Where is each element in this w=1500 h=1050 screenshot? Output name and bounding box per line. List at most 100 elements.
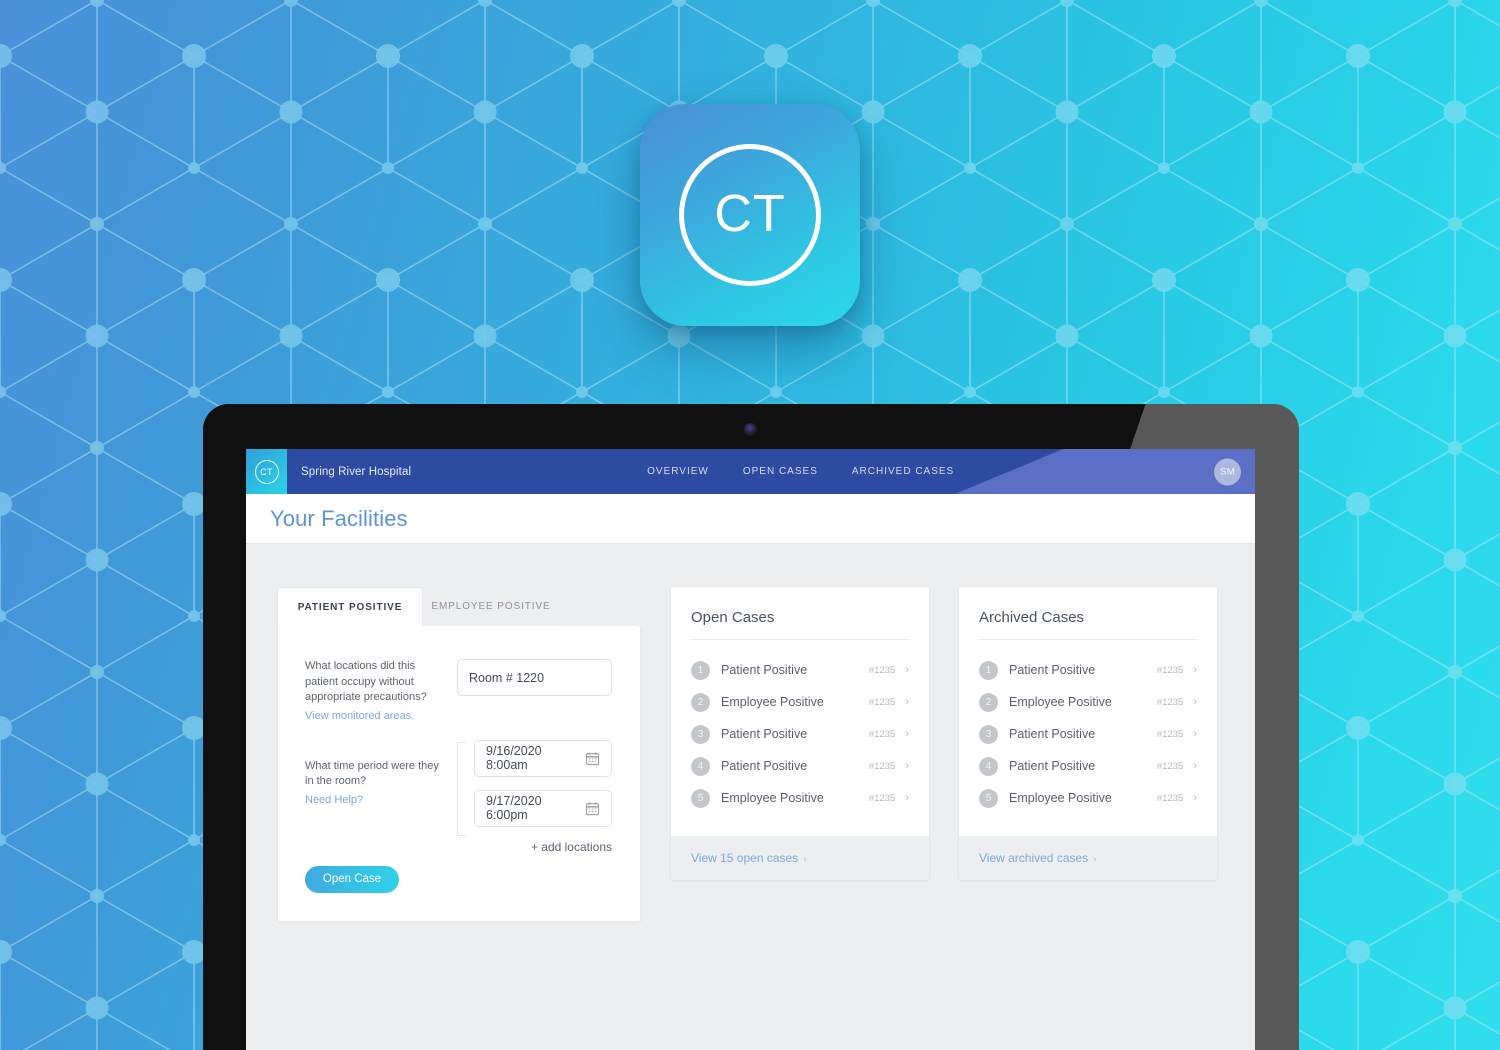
case-index: 4: [691, 756, 710, 776]
tab-patient-positive[interactable]: PATIENT POSITIVE: [277, 587, 423, 626]
case-index: 3: [691, 724, 710, 744]
case-index: 5: [691, 788, 710, 808]
case-type: Patient Positive: [1009, 663, 1096, 677]
view-monitored-areas-link[interactable]: View monitored areas.: [305, 710, 414, 722]
table-row[interactable]: 2 Employee Positive #1235 ›: [979, 686, 1197, 718]
case-id: #1235: [1156, 728, 1184, 740]
start-datetime-input[interactable]: 9/16/2020 8:00am: [474, 739, 612, 777]
time-fields-column: 9/16/2020 8:00am 9/17/2020 6:00pm: [474, 739, 612, 827]
chevron-right-icon: ›: [1193, 791, 1197, 804]
case-index: 4: [979, 756, 998, 776]
end-datetime-input[interactable]: 9/17/2020 6:00pm: [474, 789, 612, 827]
chevron-right-icon: ›: [905, 791, 909, 804]
table-row[interactable]: 5 Employee Positive #1235 ›: [979, 782, 1197, 814]
time-form-row: What time period were they in the room? …: [305, 739, 612, 836]
table-row[interactable]: 2 Employee Positive #1235 ›: [691, 686, 909, 718]
chevron-right-icon: ›: [803, 854, 807, 865]
location-field-column: Room # 1220: [457, 659, 612, 696]
case-type: Patient Positive: [721, 727, 808, 741]
start-datetime-value: 9/16/2020 8:00am: [486, 744, 542, 773]
case-index: 2: [691, 692, 710, 712]
calendar-icon: [585, 752, 600, 765]
case-id: #1235: [868, 760, 896, 772]
case-type: Employee Positive: [1009, 695, 1112, 709]
location-question-label: What locations did this patient occupy w…: [305, 660, 427, 704]
time-question-label: What time period were they in the room?: [305, 759, 439, 788]
case-id: #1235: [1156, 696, 1184, 708]
open-case-button[interactable]: Open Case: [305, 865, 399, 893]
page-title: Your Facilities: [270, 505, 408, 531]
table-row[interactable]: 4 Patient Positive #1235 ›: [691, 750, 909, 782]
case-type: Patient Positive: [721, 759, 808, 773]
case-id: #1235: [868, 728, 896, 740]
case-form-panel: PATIENT POSITIVE EMPLOYEE POSITIVE What …: [277, 587, 641, 922]
app-icon-monogram: CT: [714, 185, 786, 243]
case-index: 2: [979, 692, 998, 712]
nav-item-archived-cases[interactable]: ARCHIVED CASES: [852, 466, 954, 477]
location-form-row: What locations did this patient occupy w…: [305, 653, 612, 724]
view-archived-cases-label: View archived cases: [979, 851, 1089, 865]
table-row[interactable]: 3 Patient Positive #1235 ›: [691, 718, 909, 750]
logo-ring-icon: CT: [254, 459, 279, 484]
laptop-mockup: CT Spring River Hospital OVERVIEW OPEN C…: [203, 404, 1299, 1050]
table-row[interactable]: 1 Patient Positive #1235 ›: [691, 654, 909, 686]
location-input[interactable]: Room # 1220: [457, 659, 612, 696]
location-input-value: Room # 1220: [469, 670, 545, 685]
chevron-right-icon: ›: [905, 663, 909, 676]
open-cases-body: Open Cases 1 Patient Positive #1235 › 2 …: [671, 587, 929, 836]
chevron-right-icon: ›: [1193, 663, 1197, 676]
archived-cases-card: Archived Cases 1 Patient Positive #1235 …: [959, 587, 1217, 880]
chevron-right-icon: ›: [1193, 759, 1197, 772]
case-type: Employee Positive: [721, 791, 824, 805]
table-row[interactable]: 1 Patient Positive #1235 ›: [979, 654, 1197, 686]
table-row[interactable]: 3 Patient Positive #1235 ›: [979, 718, 1197, 750]
app-logo[interactable]: CT: [246, 449, 287, 494]
time-group-bracket: [457, 741, 466, 836]
open-cases-title: Open Cases: [691, 609, 909, 640]
nav-links: OVERVIEW OPEN CASES ARCHIVED CASES: [647, 466, 954, 477]
app-icon-ring: CT: [679, 144, 821, 286]
case-type: Employee Positive: [1009, 791, 1112, 805]
chevron-right-icon: ›: [905, 759, 909, 772]
add-locations-link[interactable]: + add locations: [305, 840, 612, 854]
chevron-right-icon: ›: [1093, 854, 1097, 865]
case-type: Employee Positive: [721, 695, 824, 709]
webcam-icon: [744, 423, 757, 436]
end-datetime-value: 9/17/2020 6:00pm: [486, 794, 542, 823]
archived-cases-body: Archived Cases 1 Patient Positive #1235 …: [959, 587, 1217, 836]
case-id: #1235: [1156, 664, 1184, 676]
dashboard-content: PATIENT POSITIVE EMPLOYEE POSITIVE What …: [246, 544, 1255, 922]
open-cases-card: Open Cases 1 Patient Positive #1235 › 2 …: [671, 587, 929, 880]
logo-monogram: CT: [260, 466, 273, 477]
case-id: #1235: [1156, 760, 1184, 772]
app-icon-tile: CT: [640, 104, 860, 326]
view-open-cases-label: View 15 open cases: [691, 851, 799, 865]
case-id: #1235: [868, 792, 896, 804]
nav-item-open-cases[interactable]: OPEN CASES: [743, 466, 818, 477]
top-navigation-bar: CT Spring River Hospital OVERVIEW OPEN C…: [246, 449, 1255, 494]
case-type: Patient Positive: [721, 663, 808, 677]
user-avatar[interactable]: SM: [1214, 458, 1241, 485]
table-row[interactable]: 4 Patient Positive #1235 ›: [979, 750, 1197, 782]
chevron-right-icon: ›: [1193, 695, 1197, 708]
case-id: #1235: [868, 696, 896, 708]
case-index: 1: [691, 660, 710, 680]
view-archived-cases-link[interactable]: View archived cases ›: [959, 836, 1217, 880]
archived-cases-title: Archived Cases: [979, 609, 1197, 640]
view-open-cases-link[interactable]: View 15 open cases ›: [671, 836, 929, 880]
location-question-column: What locations did this patient occupy w…: [305, 659, 457, 724]
case-type: Patient Positive: [1009, 727, 1096, 741]
page-header: Your Facilities: [246, 494, 1255, 544]
nav-item-overview[interactable]: OVERVIEW: [647, 466, 709, 477]
need-help-link[interactable]: Need Help?: [305, 794, 363, 806]
poster-stage: CT CT Spring River Hospital OVERVIEW OPE…: [0, 0, 1500, 1050]
organization-name: Spring River Hospital: [301, 465, 412, 478]
table-row[interactable]: 5 Employee Positive #1235 ›: [691, 782, 909, 814]
time-question-column: What time period were they in the room? …: [305, 759, 457, 808]
form-tabs: PATIENT POSITIVE EMPLOYEE POSITIVE: [277, 587, 641, 626]
case-index: 1: [979, 660, 998, 680]
case-type: Patient Positive: [1009, 759, 1096, 773]
tab-employee-positive[interactable]: EMPLOYEE POSITIVE: [423, 587, 559, 626]
case-id: #1235: [1156, 792, 1184, 804]
case-index: 5: [979, 788, 998, 808]
